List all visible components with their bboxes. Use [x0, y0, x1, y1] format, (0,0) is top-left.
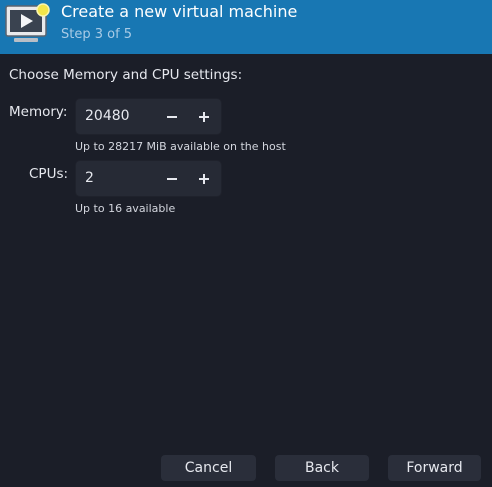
forward-button[interactable]: Forward [388, 455, 481, 481]
memory-spinbox[interactable]: 20480 [75, 98, 222, 135]
memory-label: Memory: [9, 104, 68, 120]
cpus-label: CPUs: [29, 166, 69, 182]
cpus-hint: Up to 16 available [75, 202, 176, 215]
cpus-value[interactable]: 2 [85, 170, 94, 186]
cancel-button[interactable]: Cancel [161, 455, 256, 481]
back-button[interactable]: Back [275, 455, 369, 481]
cpus-spinbox[interactable]: 2 [75, 160, 222, 197]
minus-icon [167, 178, 177, 180]
memory-hint: Up to 28217 MiB available on the host [75, 140, 286, 153]
memory-value[interactable]: 20480 [85, 108, 130, 124]
section-label: Choose Memory and CPU settings: [9, 67, 243, 83]
virtual-machine-icon [5, 2, 53, 48]
plus-icon [199, 112, 209, 122]
cpus-decrement-button[interactable] [160, 167, 184, 191]
dialog-title: Create a new virtual machine [61, 2, 298, 21]
dialog-header: Create a new virtual machine Step 3 of 5 [0, 0, 492, 54]
plus-icon [199, 174, 209, 184]
step-indicator: Step 3 of 5 [61, 27, 133, 42]
minus-icon [167, 116, 177, 118]
memory-increment-button[interactable] [192, 105, 216, 129]
memory-decrement-button[interactable] [160, 105, 184, 129]
cpus-increment-button[interactable] [192, 167, 216, 191]
